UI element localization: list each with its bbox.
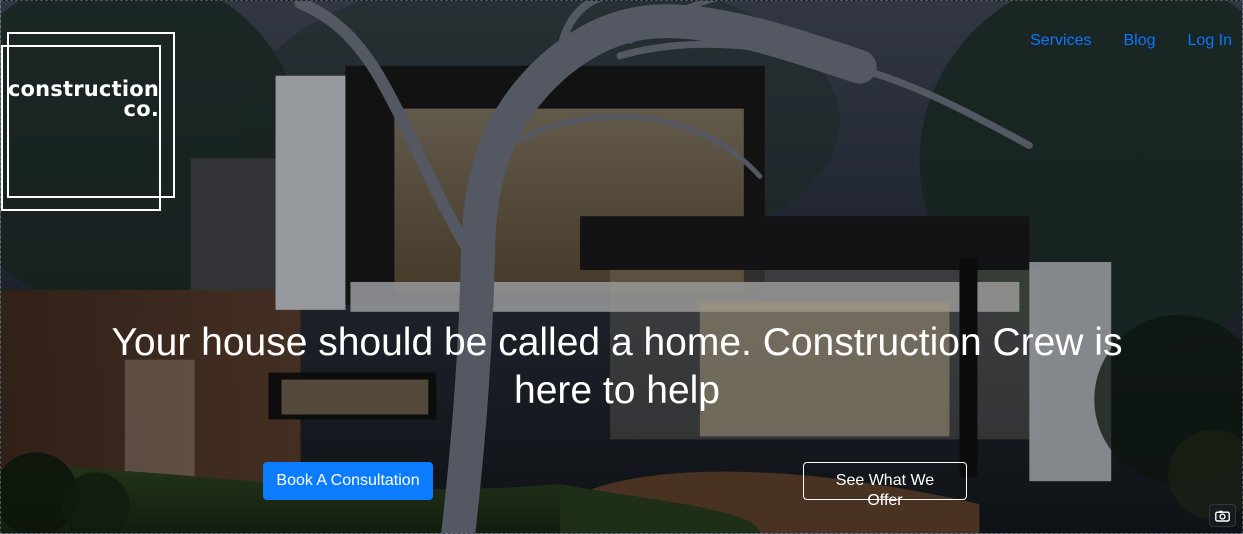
nav-item-services[interactable]: Services	[1030, 31, 1091, 51]
see-what-we-offer-button[interactable]: See What We Offer	[803, 462, 967, 509]
hero-background	[1, 1, 1242, 533]
brand-logo[interactable]: construction co.	[1, 32, 175, 212]
top-navigation: Services Blog Log In	[1030, 31, 1232, 51]
book-consultation-button[interactable]: Book A Consultation	[263, 462, 433, 500]
hero-headline: Your house should be called a home. Cons…	[111, 321, 1123, 412]
logo-text: construction co.	[8, 79, 159, 122]
nav-item-blog[interactable]: Blog	[1123, 31, 1155, 51]
nav-item-log-in[interactable]: Log In	[1188, 31, 1232, 51]
logo-frame-inner	[1, 45, 161, 211]
camera-button[interactable]	[1209, 504, 1236, 527]
hero-section: construction co. Services Blog Log In Yo…	[0, 0, 1243, 534]
camera-icon	[1215, 510, 1230, 522]
logo-line-2: co.	[123, 97, 159, 122]
